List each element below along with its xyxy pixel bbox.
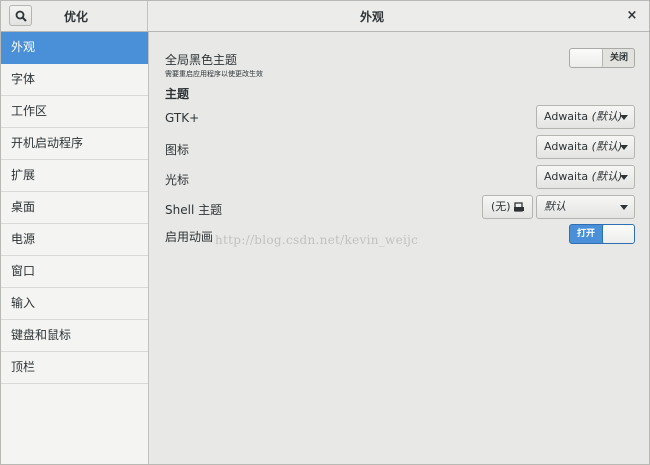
tweaks-window: 优化 外观 × 外观 字体 工作区 开机启动程序 扩展 桌面 电源 窗口 输入 … [0,0,650,465]
sidebar-item-extensions[interactable]: 扩展 [1,160,148,192]
shell-theme-dropdown[interactable]: 默认 [536,195,635,219]
sidebar-item-startup-applications[interactable]: 开机启动程序 [1,128,148,160]
chevron-down-icon [620,115,628,120]
search-icon [15,10,27,22]
cursor-theme-label: 光标 [165,173,190,187]
shell-theme-file-label: (无) [491,200,511,213]
switch-state-label: 打开 [576,229,595,239]
eject-icon [514,202,524,212]
sidebar-item-keyboard-mouse[interactable]: 键盘和鼠标 [1,320,148,352]
sidebar-item-power[interactable]: 电源 [1,224,148,256]
gtk-theme-label: GTK+ [165,111,200,125]
sidebar-item-fonts[interactable]: 字体 [1,64,148,96]
gtk-theme-default-tag: (默认) [591,110,623,123]
cursor-theme-value: Adwaita [544,170,589,183]
header-left-pane: 优化 [1,1,148,31]
animations-switch[interactable]: 打开 [569,224,635,244]
gtk-theme-value: Adwaita [544,110,589,123]
sidebar-item-appearance[interactable]: 外观 [1,32,148,64]
app-title: 优化 [63,10,88,24]
dark-theme-switch[interactable]: 关闭 [569,48,635,68]
shell-theme-label: Shell 主题 [165,203,223,217]
switch-knob [570,49,603,67]
chevron-down-icon [620,145,628,150]
dark-theme-label: 全局黑色主题 [165,53,238,67]
shell-theme-value: 默认 [544,200,566,213]
icon-theme-value: Adwaita [544,140,589,153]
page-title: 外观 [359,10,384,24]
sidebar-item-windows[interactable]: 窗口 [1,256,148,288]
switch-knob [602,225,634,243]
appearance-panel: 全局黑色主题 需要重启应用程序以使更改生效 关闭 主题 GTK+ Adwaita… [149,32,649,464]
themes-heading: 主题 [165,87,190,101]
gtk-theme-dropdown[interactable]: Adwaita (默认) [536,105,635,129]
icon-theme-dropdown[interactable]: Adwaita (默认) [536,135,635,159]
shell-theme-file-button[interactable]: (无) [482,195,533,219]
switch-state-label: 关闭 [609,53,628,63]
chevron-down-icon [620,175,628,180]
cursor-theme-dropdown[interactable]: Adwaita (默认) [536,165,635,189]
close-button[interactable]: × [623,7,641,25]
icon-theme-default-tag: (默认) [591,140,623,153]
sidebar-item-desktop[interactable]: 桌面 [1,192,148,224]
chevron-down-icon [620,205,628,210]
cursor-theme-default-tag: (默认) [591,170,623,183]
sidebar-item-input[interactable]: 输入 [1,288,148,320]
dark-theme-note: 需要重启应用程序以使更改生效 [165,70,263,78]
header-bar: 优化 外观 × [1,1,649,32]
sidebar-item-workspaces[interactable]: 工作区 [1,96,148,128]
sidebar-item-top-bar[interactable]: 顶栏 [1,352,148,384]
icon-theme-label: 图标 [165,143,190,157]
watermark-text: http://blog.csdn.net/kevin_weijc [215,233,419,247]
search-button[interactable] [9,5,32,26]
sidebar: 外观 字体 工作区 开机启动程序 扩展 桌面 电源 窗口 输入 键盘和鼠标 顶栏 [1,32,149,464]
animations-label: 启用动画 [165,230,214,244]
